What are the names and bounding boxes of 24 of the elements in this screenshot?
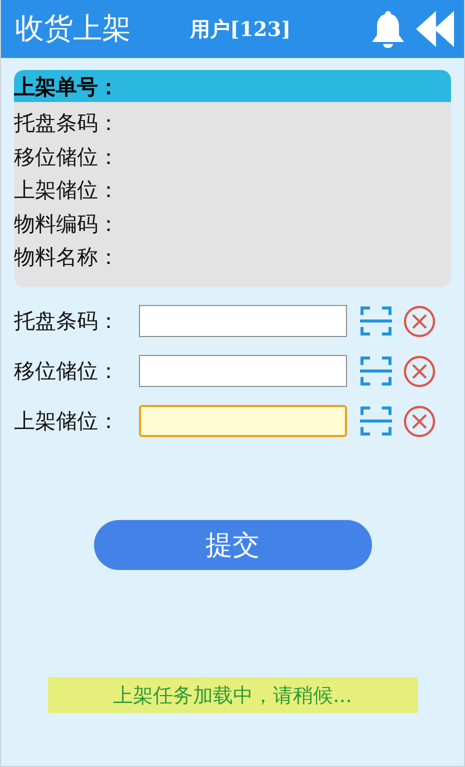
card-title: 上架单号： <box>14 74 119 99</box>
clear-icon[interactable] <box>403 404 436 438</box>
bell-icon[interactable] <box>370 9 406 49</box>
clear-icon[interactable] <box>403 304 436 338</box>
input-field[interactable] <box>139 305 347 337</box>
info-label: 上架储位： <box>14 177 119 204</box>
field-label: 移位储位： <box>14 358 120 385</box>
scan-icon[interactable] <box>359 404 393 438</box>
info-label: 移位储位： <box>14 144 119 170</box>
input-field[interactable] <box>139 355 347 387</box>
status-message: 上架任务加载中，请稍候... <box>48 677 418 713</box>
input-field[interactable] <box>139 405 347 437</box>
page-title: 收货上架 <box>15 10 132 47</box>
info-label: 物料名称： <box>14 244 119 271</box>
info-label: 物料编码： <box>14 210 119 238</box>
scan-icon[interactable] <box>359 354 393 388</box>
clear-icon[interactable] <box>403 354 436 388</box>
rewind-icon[interactable] <box>416 10 456 48</box>
scan-icon[interactable] <box>359 304 393 338</box>
info-label: 托盘条码： <box>14 110 119 137</box>
submit-button[interactable]: 提交 <box>94 520 372 570</box>
field-label: 上架储位： <box>14 408 120 435</box>
user-label: 用户[123] <box>190 16 292 42</box>
field-label: 托盘条码： <box>14 308 120 335</box>
